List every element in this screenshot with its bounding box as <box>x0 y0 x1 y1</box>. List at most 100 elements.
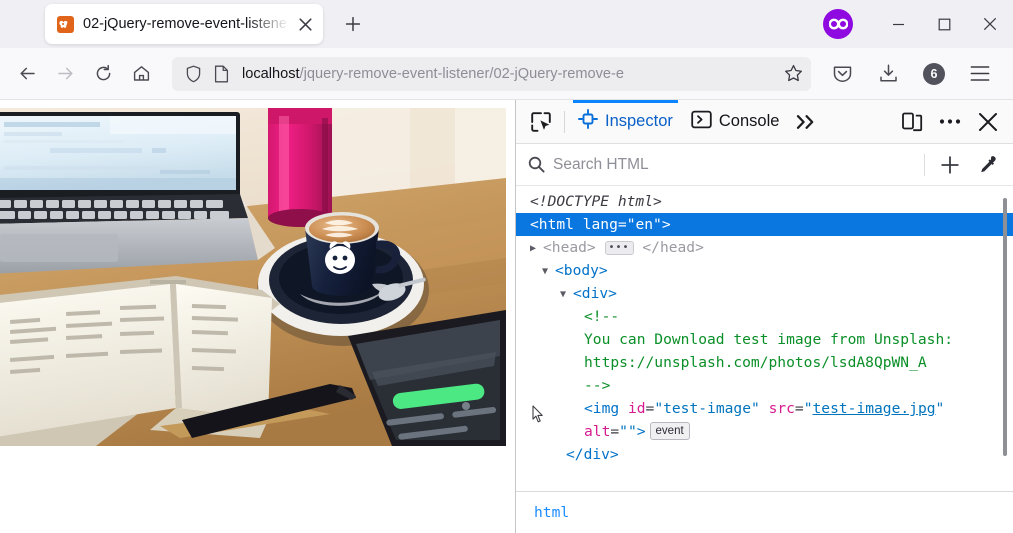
home-button[interactable] <box>124 57 158 91</box>
url-text[interactable]: localhost/jquery-remove-event-listener/0… <box>242 66 779 82</box>
new-tab-button[interactable] <box>337 8 369 40</box>
img-end-bracket: > <box>637 423 646 440</box>
tree-row-img-line2[interactable]: alt="">event <box>516 420 1013 443</box>
breadcrumb: html <box>516 491 1013 533</box>
tree-row-div[interactable]: ▼<div> <box>516 282 1013 305</box>
downloads-icon[interactable] <box>871 57 905 91</box>
reload-button[interactable] <box>86 57 120 91</box>
tree-row-body[interactable]: ▼<body> <box>516 259 1013 282</box>
chevron-down-icon[interactable]: ▼ <box>560 283 573 306</box>
page-viewport <box>0 100 515 533</box>
html-markup-tree[interactable]: <!DOCTYPE html> <html lang="en"> ▶<head>… <box>516 186 1013 491</box>
content-and-devtools: Inspector Console <box>0 100 1013 533</box>
add-node-icon[interactable] <box>931 146 969 184</box>
head-close-tag: </head> <box>642 239 704 256</box>
devtools-panel: Inspector Console <box>515 100 1013 533</box>
tab-inspector[interactable]: Inspector <box>569 100 682 144</box>
account-avatar[interactable] <box>823 9 853 39</box>
html-lang-attr-name: lang <box>583 216 618 233</box>
tab-title: 02-jQuery-remove-event-listener <box>83 16 293 32</box>
comment-close-text: --> <box>584 377 610 394</box>
img-open-tag: <img <box>584 400 619 417</box>
tree-row-doctype[interactable]: <!DOCTYPE html> <box>516 190 1013 213</box>
comment-line-2: https://unsplash.com/photos/lsdA8QpWN_A <box>584 354 927 371</box>
img-alt-attr-value: "" <box>619 423 637 440</box>
search-icon <box>528 156 546 173</box>
back-button[interactable] <box>10 57 44 91</box>
overflow-tabs-icon[interactable] <box>788 103 826 141</box>
img-src-attr-value[interactable]: test-image.jpg <box>813 400 936 417</box>
breadcrumb-item-html[interactable]: html <box>528 502 575 523</box>
navigation-toolbar: localhost/jquery-remove-event-listener/0… <box>0 48 1013 100</box>
browser-tab[interactable]: 02-jQuery-remove-event-listener <box>45 4 323 44</box>
tree-row-img-line1[interactable]: <img id="test-image" src="test-image.jpg… <box>516 397 1013 420</box>
minimize-window-button[interactable] <box>875 0 921 48</box>
tree-row-comment-line2[interactable]: https://unsplash.com/photos/lsdA8QpWN_A <box>516 351 1013 374</box>
mouse-cursor <box>532 405 544 423</box>
toolbar-actions: 6 <box>819 57 1003 91</box>
eyedropper-icon[interactable] <box>969 146 1007 184</box>
tab-console[interactable]: Console <box>682 100 789 144</box>
close-tab-icon[interactable] <box>293 12 317 36</box>
html-attr-eq: = <box>618 216 627 233</box>
doctype-text: <!DOCTYPE html> <box>530 193 662 210</box>
address-bar[interactable]: localhost/jquery-remove-event-listener/0… <box>172 57 811 91</box>
html-open-tag: <html <box>530 216 574 233</box>
img-id-attr-value: "test-image" <box>654 400 759 417</box>
responsive-design-mode-icon[interactable] <box>893 103 931 141</box>
tree-row-div-close[interactable]: </div> <box>516 443 1013 466</box>
save-to-pocket-icon[interactable] <box>825 57 859 91</box>
collapsed-children-ellipsis[interactable]: ••• <box>605 241 634 255</box>
tab-inspector-label: Inspector <box>605 112 673 131</box>
element-picker-icon[interactable] <box>522 103 560 141</box>
devtools-settings-menu-icon[interactable] <box>931 103 969 141</box>
inspector-icon <box>578 109 598 134</box>
xampp-favicon <box>57 16 74 33</box>
forward-button <box>48 57 82 91</box>
chevron-down-icon[interactable]: ▼ <box>542 260 555 283</box>
img-src-quote-open: " <box>804 400 813 417</box>
tab-console-label: Console <box>719 112 780 131</box>
extension-count: 6 <box>923 63 945 85</box>
markup-scrollbar[interactable] <box>1003 198 1007 456</box>
search-divider <box>924 154 925 176</box>
tab-strip: 02-jQuery-remove-event-listener <box>0 0 1013 48</box>
window-controls <box>823 0 1013 48</box>
event-badge[interactable]: event <box>650 422 690 440</box>
toolbar-divider <box>564 111 565 133</box>
app-menu-icon[interactable] <box>963 57 997 91</box>
extensions-count-badge[interactable]: 6 <box>917 57 951 91</box>
comment-open-text: <!-- <box>584 308 619 325</box>
img-alt-attr-name: alt <box>584 423 610 440</box>
img-src-quote-close: " <box>936 400 945 417</box>
console-icon <box>691 110 712 134</box>
tree-row-comment-close[interactable]: --> <box>516 374 1013 397</box>
maximize-window-button[interactable] <box>921 0 967 48</box>
body-open-tag: <body> <box>555 262 608 279</box>
chevron-right-icon[interactable]: ▶ <box>530 237 543 260</box>
tree-row-comment-line1[interactable]: You can Download test image from Unsplas… <box>516 328 1013 351</box>
head-open-tag: <head> <box>543 239 596 256</box>
devtools-search-bar[interactable]: Search HTML <box>516 144 1013 186</box>
comment-line-1: You can Download test image from Unsplas… <box>584 331 953 348</box>
star-bookmark-icon[interactable] <box>779 60 807 88</box>
close-devtools-icon[interactable] <box>969 103 1007 141</box>
page-info-icon[interactable] <box>210 63 232 85</box>
url-path: /jquery-remove-event-listener/02-jQuery-… <box>300 66 624 82</box>
img-src-attr-name: src <box>769 400 795 417</box>
browser-window: 02-jQuery-remove-event-listener <box>0 0 1013 533</box>
html-open-bracket: > <box>662 216 671 233</box>
div-open-tag: <div> <box>573 285 617 302</box>
close-window-button[interactable] <box>967 0 1013 48</box>
shield-icon[interactable] <box>182 63 204 85</box>
search-input[interactable]: Search HTML <box>553 156 918 174</box>
url-host: localhost <box>242 66 300 82</box>
devtools-toolbar: Inspector Console <box>516 100 1013 144</box>
html-lang-attr-value: "en" <box>627 216 662 233</box>
tree-row-comment-open[interactable]: <!-- <box>516 305 1013 328</box>
test-image[interactable] <box>0 108 506 446</box>
tree-row-html[interactable]: <html lang="en"> <box>516 213 1013 236</box>
div-close-tag: </div> <box>566 446 619 463</box>
tree-row-head[interactable]: ▶<head> ••• </head> <box>516 236 1013 259</box>
img-id-attr-name: id <box>628 400 646 417</box>
